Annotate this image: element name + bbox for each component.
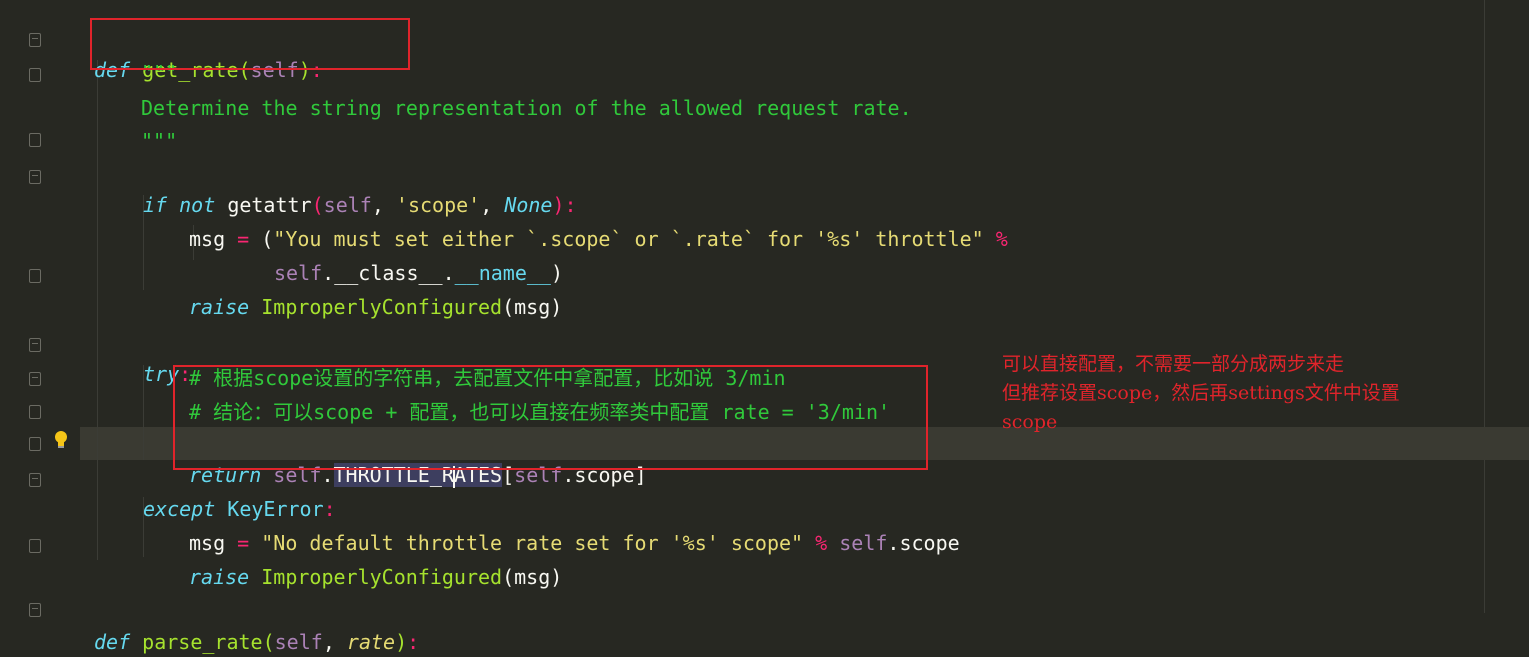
code-line-18[interactable]: def parse_rate(self, rate): xyxy=(94,597,419,654)
note-line-2: 但推荐设置scope，然后再settings文件中设置 xyxy=(1002,382,1400,404)
paren: ( xyxy=(262,630,275,654)
code-line-8[interactable]: raise ImproperlyConfigured(msg) xyxy=(189,262,562,319)
fold-end-try-icon[interactable] xyxy=(29,437,41,451)
exception-class: ImproperlyConfigured xyxy=(261,565,503,589)
fold-comment-icon[interactable] xyxy=(29,372,41,386)
fold-end-function-icon[interactable] xyxy=(29,539,41,553)
note-line-1: 可以直接配置，不需要一部分成两步来走 xyxy=(1002,353,1345,375)
separator: , xyxy=(322,630,347,654)
fold-function-icon[interactable] xyxy=(29,33,41,47)
fold-end-comment-icon[interactable] xyxy=(29,405,41,419)
code-line-5[interactable]: if not getattr(self, 'scope', None): xyxy=(143,160,577,217)
fold-end-docstring-icon[interactable] xyxy=(29,133,41,147)
keyword-raise: raise xyxy=(189,295,250,319)
code-line-16[interactable]: raise ImproperlyConfigured(msg) xyxy=(189,532,562,589)
fold-if-icon[interactable] xyxy=(29,170,41,184)
call-args: (msg) xyxy=(502,295,563,319)
annotation-box-def xyxy=(90,18,410,70)
operator-assign: = xyxy=(225,227,262,251)
paren: ) xyxy=(395,630,408,654)
code-line-7[interactable]: self.__class__.__name__) xyxy=(274,228,563,285)
fold-except-icon[interactable] xyxy=(29,473,41,487)
lightbulb-icon[interactable] xyxy=(53,430,69,450)
operator-mod: % xyxy=(983,227,1008,251)
call-args: (msg) xyxy=(502,565,563,589)
paren: ( xyxy=(261,227,274,251)
function-name: parse_rate xyxy=(142,630,263,654)
exception-class: ImproperlyConfigured xyxy=(261,295,503,319)
keyword-if: if xyxy=(143,193,168,217)
code-line-3[interactable]: Determine the string representation of t… xyxy=(141,93,912,123)
code-line-15[interactable]: msg = "No default throttle rate set for … xyxy=(189,498,960,555)
fold-next-function-icon[interactable] xyxy=(29,603,41,617)
param-rate: rate xyxy=(346,630,396,654)
code-line-4[interactable]: """ xyxy=(141,126,177,156)
param-self: self xyxy=(274,630,323,654)
right-margin-guide xyxy=(1484,0,1485,613)
keyword-def: def xyxy=(94,630,131,654)
keyword-raise: raise xyxy=(189,565,250,589)
annotation-box-try xyxy=(173,365,928,470)
fold-docstring-icon[interactable] xyxy=(29,68,41,82)
annotation-note: 可以直接配置，不需要一部分成两步来走 但推荐设置scope，然后再setting… xyxy=(1002,350,1502,437)
indent-guide xyxy=(97,60,98,560)
operator-mod: % xyxy=(803,531,828,555)
self-ref: self xyxy=(827,531,888,555)
attribute: .scope xyxy=(887,531,960,555)
variable-msg: msg xyxy=(189,227,226,251)
note-line-3: scope xyxy=(1002,411,1058,433)
colon: : xyxy=(407,630,420,654)
code-line-6[interactable]: msg = ("You must set either `.scope` or … xyxy=(189,194,1008,251)
fold-try-icon[interactable] xyxy=(29,338,41,352)
editor-gutter xyxy=(0,0,80,613)
fold-end-if-icon[interactable] xyxy=(29,269,41,283)
code-line-10[interactable]: try: xyxy=(143,329,191,386)
